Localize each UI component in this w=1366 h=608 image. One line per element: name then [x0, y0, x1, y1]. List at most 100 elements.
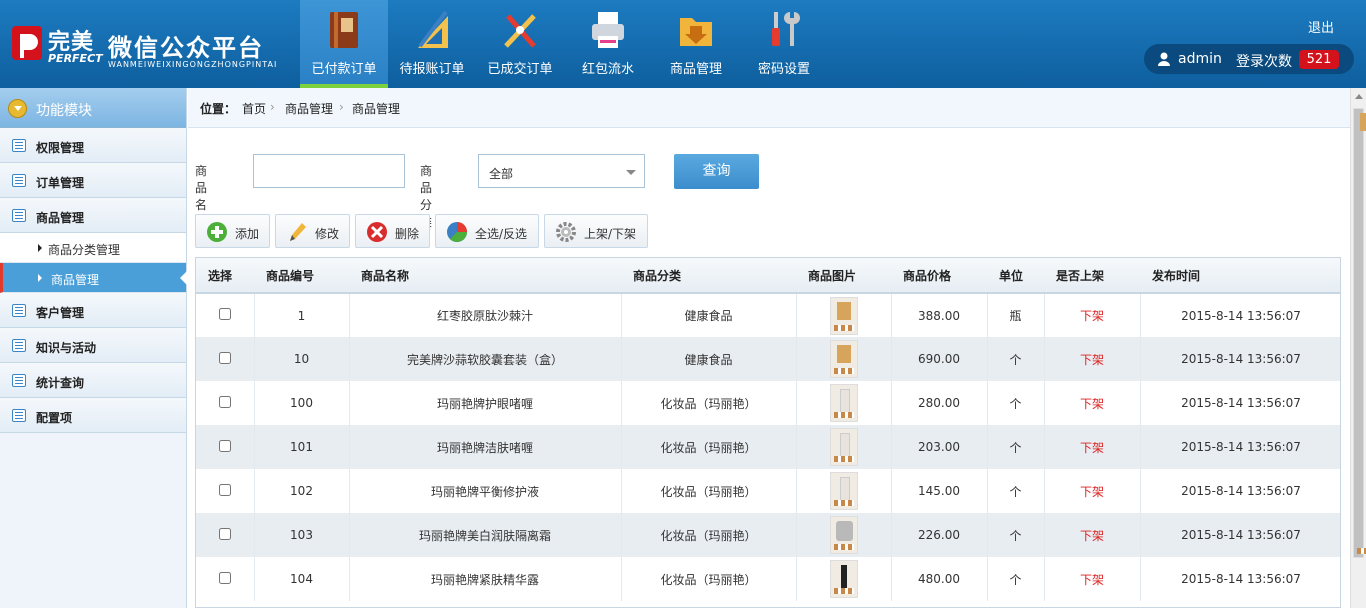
nav-password-settings[interactable]: 密码设置	[740, 0, 828, 88]
sidebar-subitem-product-management[interactable]: 商品管理	[0, 263, 187, 293]
list-icon	[12, 339, 26, 352]
product-price: 145.00	[891, 469, 988, 513]
book-icon	[330, 12, 358, 48]
table-row[interactable]: 1 红枣胶原肽沙棘汁 健康食品 388.00 瓶 下架 2015-8-14 13…	[196, 293, 1340, 337]
sidebar-item-label: 客户管理	[36, 306, 85, 320]
product-image-cell	[796, 337, 892, 381]
shelf-status: 下架	[1044, 425, 1141, 469]
column-header[interactable]: 商品分类	[621, 258, 796, 294]
gear-icon	[556, 222, 576, 242]
shelf-toggle-button[interactable]: 上架/下架	[544, 214, 648, 248]
nav-product-management[interactable]: 商品管理	[652, 0, 740, 88]
table-row[interactable]: 100 玛丽艳牌护眼啫喱 化妆品（玛丽艳） 280.00 个 下架 2015-8…	[196, 381, 1340, 425]
column-header[interactable]: 是否上架	[1044, 258, 1140, 294]
product-image[interactable]	[829, 340, 858, 378]
shelf-status: 下架	[1044, 469, 1141, 513]
table-row[interactable]: 101 玛丽艳牌洁肤啫喱 化妆品（玛丽艳） 203.00 个 下架 2015-8…	[196, 425, 1340, 469]
product-price: 203.00	[891, 425, 988, 469]
product-unit: 个	[987, 425, 1045, 469]
product-image[interactable]	[829, 472, 858, 510]
vertical-scrollbar[interactable]	[1350, 88, 1366, 608]
list-icon	[12, 374, 26, 387]
table-row[interactable]: 103 玛丽艳牌美白润肤隔离霜 化妆品（玛丽艳） 226.00 个 下架 201…	[196, 513, 1340, 557]
sidebar-item-label: 权限管理	[36, 141, 85, 155]
wrench-icon	[772, 12, 800, 46]
table-row[interactable]: 102 玛丽艳牌平衡修护液 化妆品（玛丽艳） 145.00 个 下架 2015-…	[196, 469, 1340, 513]
sidebar-item-customers[interactable]: 客户管理	[0, 293, 186, 328]
product-image-cell	[796, 293, 892, 337]
scroll-up-icon[interactable]	[1355, 94, 1363, 99]
category-selected-value: 全部	[489, 167, 514, 181]
sidebar-item-config[interactable]: 配置项	[0, 398, 186, 433]
column-header[interactable]: 商品名称	[349, 258, 621, 294]
sidebar-item-knowledge-activities[interactable]: 知识与活动	[0, 328, 186, 363]
edit-button[interactable]: 修改	[275, 214, 350, 248]
product-category-select[interactable]: 全部	[478, 154, 645, 188]
sidebar-item-label: 商品管理	[36, 211, 85, 225]
breadcrumb-item[interactable]: 商品管理	[285, 100, 333, 117]
row-checkbox[interactable]	[218, 439, 231, 452]
scrollbar-thumb[interactable]	[1353, 108, 1366, 558]
column-header[interactable]: 单位	[987, 258, 1044, 294]
nav-pending-orders[interactable]: 待报账订单	[388, 0, 476, 88]
delete-button[interactable]: 删除	[355, 214, 430, 248]
sidebar-item-orders[interactable]: 订单管理	[0, 163, 186, 198]
select-all-button[interactable]: 全选/反选	[435, 214, 539, 248]
column-header[interactable]: 发布时间	[1140, 258, 1340, 294]
product-image[interactable]	[829, 560, 858, 598]
sidebar-subitem-label: 商品管理	[51, 273, 100, 287]
row-checkbox[interactable]	[218, 483, 231, 496]
row-checkbox[interactable]	[218, 527, 231, 540]
product-category: 化妆品（玛丽艳）	[621, 557, 797, 601]
row-checkbox[interactable]	[218, 351, 231, 364]
row-checkbox[interactable]	[218, 395, 231, 408]
product-name-input[interactable]	[253, 154, 405, 188]
breadcrumb: 位置： 首页 › 商品管理 › 商品管理	[188, 88, 1350, 128]
product-image[interactable]	[829, 428, 858, 466]
product-unit: 个	[987, 557, 1045, 601]
nav-label: 红包流水	[581, 61, 634, 76]
chevron-down-icon	[626, 170, 636, 175]
product-image[interactable]	[829, 516, 858, 554]
add-button[interactable]: 添加	[195, 214, 270, 248]
product-id: 102	[254, 469, 350, 513]
product-image-cell	[796, 469, 892, 513]
shelf-toggle-label: 上架/下架	[584, 227, 637, 241]
sidebar-item-permissions[interactable]: 权限管理	[0, 128, 186, 163]
collapse-icon	[8, 99, 27, 118]
column-header[interactable]: 商品价格	[891, 258, 987, 294]
row-checkbox[interactable]	[218, 571, 231, 584]
printer-icon	[592, 12, 624, 48]
breadcrumb-item-home[interactable]: 首页	[242, 100, 266, 117]
nav-completed-orders[interactable]: 已成交订单	[476, 0, 564, 88]
sidebar-subitem-category-management[interactable]: 商品分类管理	[0, 233, 186, 263]
product-name: 玛丽艳牌紧肤精华露	[349, 557, 622, 601]
nav-paid-orders[interactable]: 已付款订单	[300, 0, 388, 88]
table-row[interactable]: 10 完美牌沙蒜软胶囊套装（盒） 健康食品 690.00 个 下架 2015-8…	[196, 337, 1340, 381]
product-price: 690.00	[891, 337, 988, 381]
table-row[interactable]: 104 玛丽艳牌紧肤精华露 化妆品（玛丽艳） 480.00 个 下架 2015-…	[196, 557, 1340, 601]
column-header[interactable]: 商品编号	[254, 258, 349, 294]
logout-link[interactable]: 退出	[1308, 17, 1334, 36]
publish-time: 2015-8-14 13:56:07	[1140, 337, 1340, 381]
folder-icon	[680, 18, 712, 46]
product-image[interactable]	[829, 384, 858, 422]
product-id: 104	[254, 557, 350, 601]
query-button[interactable]: 查询	[674, 154, 759, 189]
product-id: 1	[254, 293, 350, 337]
product-image[interactable]	[829, 296, 858, 335]
list-icon	[12, 304, 26, 317]
sidebar-item-products[interactable]: 商品管理	[0, 198, 186, 233]
row-checkbox[interactable]	[218, 308, 231, 320]
publish-time: 2015-8-14 13:56:07	[1140, 293, 1340, 337]
publish-time: 2015-8-14 13:56:07	[1140, 513, 1340, 557]
product-category: 化妆品（玛丽艳）	[621, 381, 797, 425]
nav-label: 待报账订单	[399, 61, 465, 76]
perfect-logo-icon	[12, 26, 42, 60]
product-id: 103	[254, 513, 350, 557]
sidebar-item-statistics[interactable]: 统计查询	[0, 363, 186, 398]
sidebar-header[interactable]: 功能模块	[0, 88, 186, 128]
nav-label: 已付款订单	[311, 61, 377, 76]
nav-redpacket-flow[interactable]: 红包流水	[564, 0, 652, 88]
product-name: 红枣胶原肽沙棘汁	[349, 293, 622, 337]
